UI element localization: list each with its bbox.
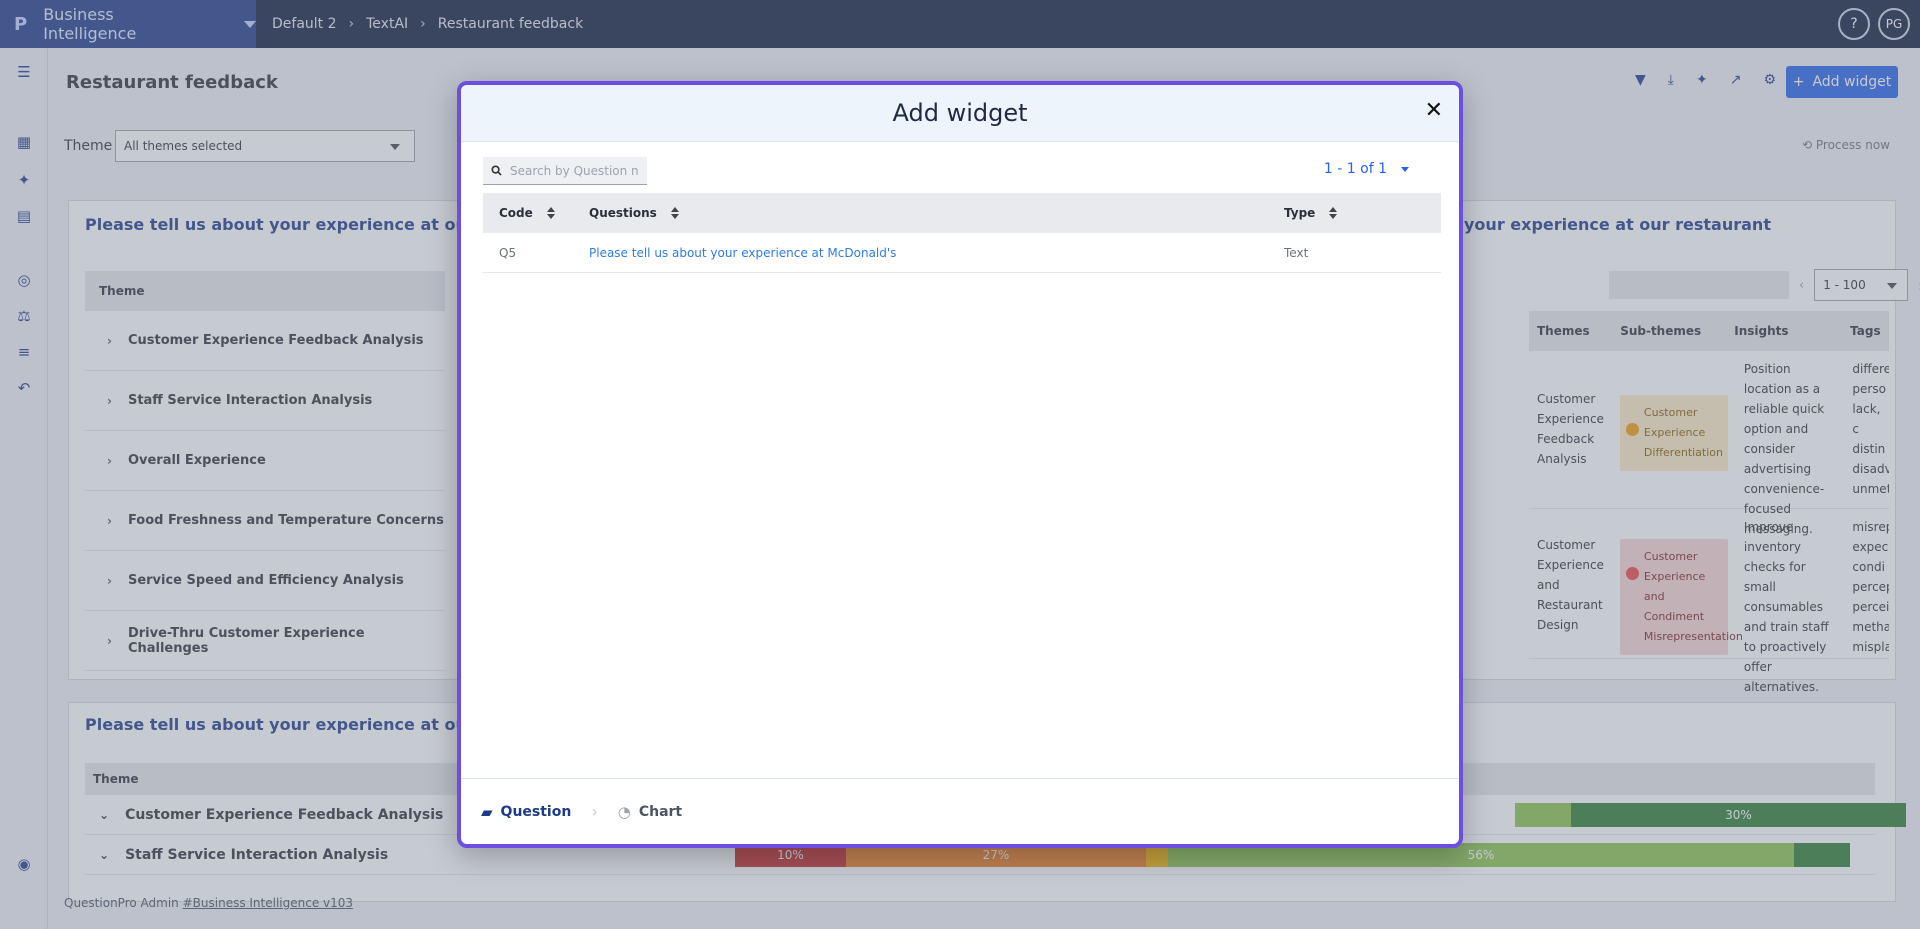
- add-widget-modal: Add widget ✕ 1 - 1 of 1 Code Questions T…: [457, 81, 1463, 848]
- question-search-input[interactable]: [510, 163, 638, 178]
- question-link[interactable]: Please tell us about your experience at …: [589, 246, 896, 260]
- wizard-steps: ▰ Question › ◔ Chart: [461, 778, 1459, 844]
- table-row[interactable]: Q5 Please tell us about your experience …: [483, 233, 1441, 273]
- step-chart[interactable]: ◔ Chart: [618, 803, 682, 821]
- question-icon: ▰: [481, 802, 493, 821]
- step-label: Chart: [638, 803, 683, 820]
- sort-icon: [670, 207, 679, 219]
- question-search-box: [483, 157, 647, 185]
- close-icon[interactable]: ✕: [1425, 99, 1443, 123]
- step-label: Question: [500, 803, 572, 820]
- column-header-label: Code: [499, 206, 533, 220]
- chevron-down-icon: [1401, 166, 1409, 172]
- sort-icon: [546, 207, 555, 219]
- question-table: Code Questions Type Q5 Please tell us ab…: [483, 193, 1441, 273]
- chart-icon: ◔: [617, 802, 631, 821]
- search-icon: [491, 165, 502, 176]
- code-column-header[interactable]: Code: [483, 206, 589, 220]
- type-column-header[interactable]: Type: [1284, 206, 1441, 220]
- chevron-right-icon: ›: [591, 802, 598, 821]
- questions-column-header[interactable]: Questions: [589, 206, 1284, 220]
- modal-header: Add widget ✕: [461, 85, 1459, 142]
- question-type: Text: [1284, 245, 1309, 260]
- column-header-label: Questions: [589, 206, 657, 220]
- column-header-label: Type: [1284, 206, 1316, 220]
- question-code: Q5: [499, 245, 517, 260]
- pager-range: 1 - 1 of 1: [1323, 161, 1387, 177]
- sort-icon: [1329, 207, 1338, 219]
- modal-pager[interactable]: 1 - 1 of 1: [1324, 161, 1409, 177]
- modal-title: Add widget: [892, 99, 1028, 127]
- question-table-header: Code Questions Type: [483, 193, 1441, 233]
- step-question[interactable]: ▰ Question: [481, 803, 571, 821]
